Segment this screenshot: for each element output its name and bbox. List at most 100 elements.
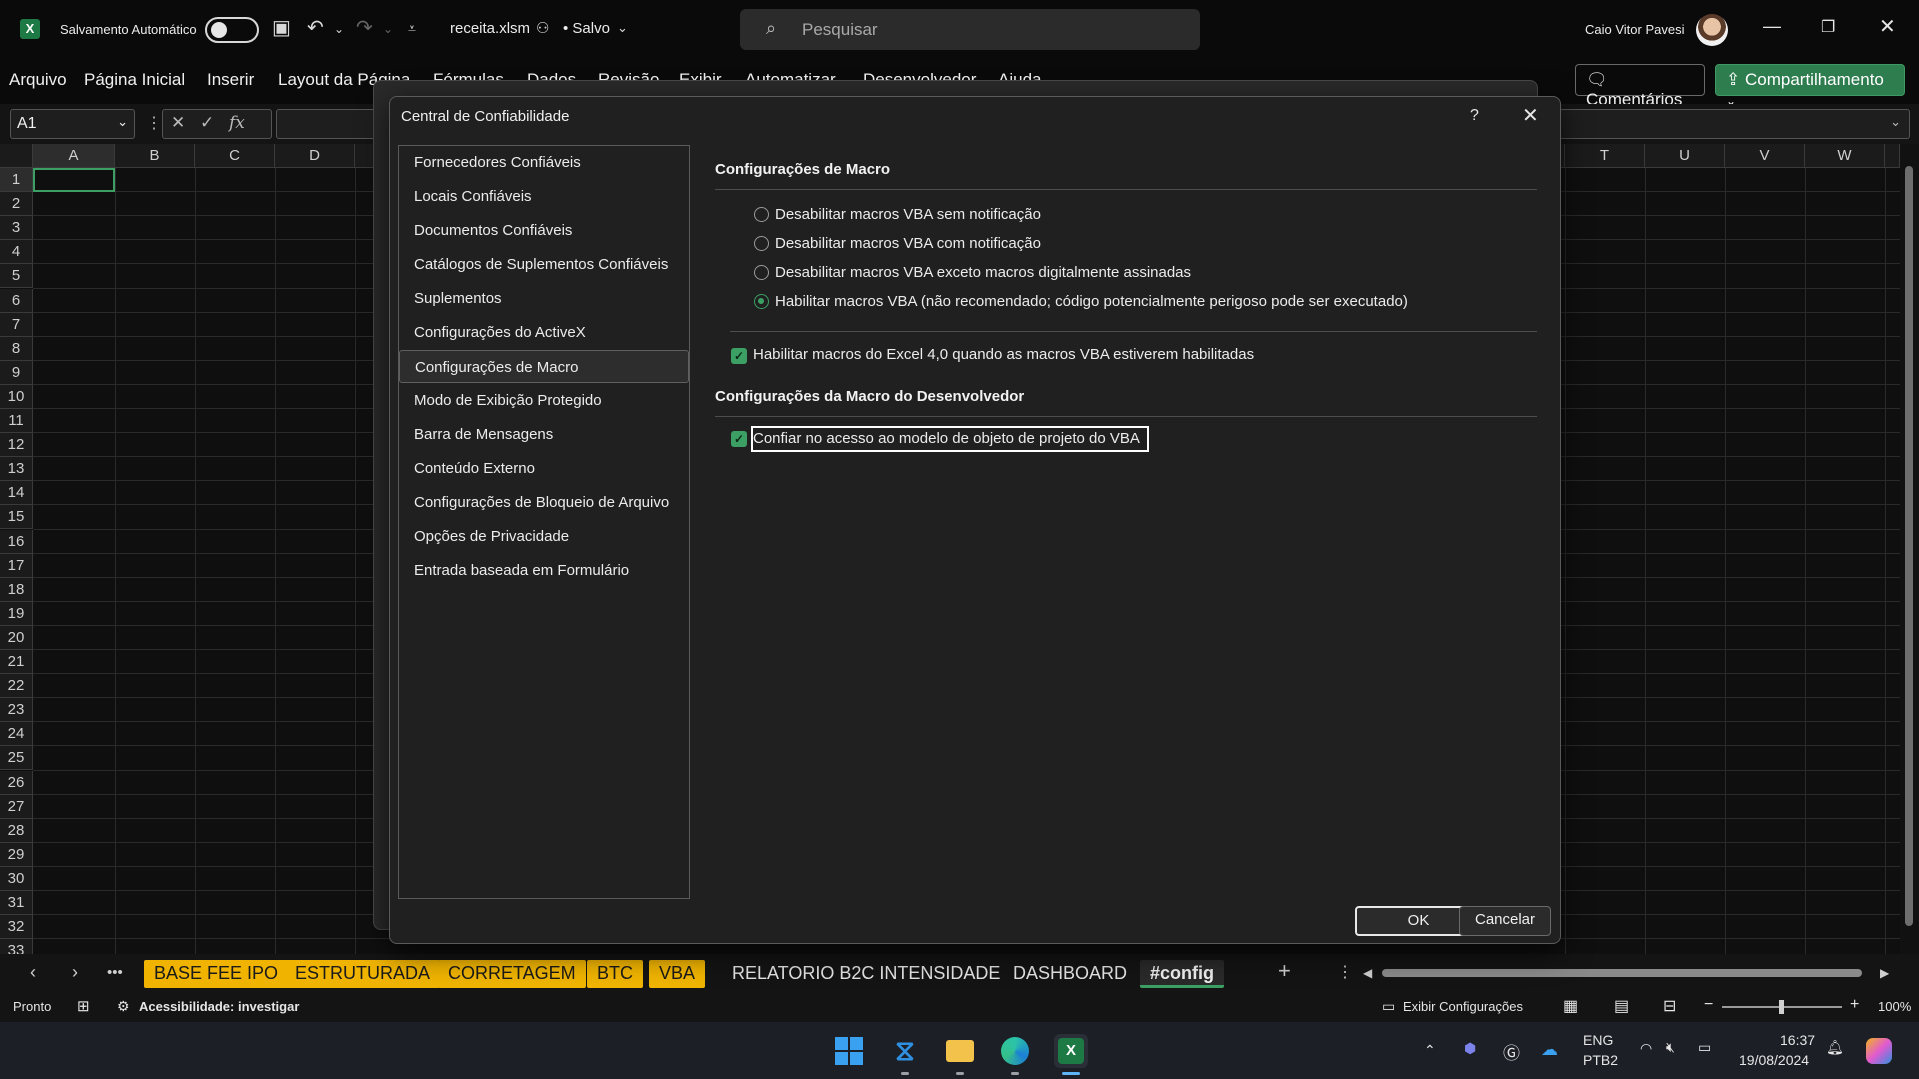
nav-configuracoes-macro[interactable]: Configurações de Macro <box>399 350 689 383</box>
autosave-toggle[interactable] <box>205 17 259 43</box>
row-header[interactable]: 12 <box>0 433 33 458</box>
language-top[interactable]: ENG <box>1583 1032 1613 1048</box>
radio-disable-with-notification[interactable] <box>754 236 769 251</box>
confirm-formula-icon[interactable]: ✓ <box>200 113 214 132</box>
cancel-formula-icon[interactable]: ✕ <box>171 113 185 132</box>
scrollbar-thumb[interactable] <box>1905 166 1913 926</box>
zoom-in-icon[interactable]: + <box>1850 996 1859 1014</box>
avatar[interactable] <box>1696 14 1728 46</box>
row-header[interactable]: 7 <box>0 312 33 337</box>
page-break-icon[interactable]: ⊟ <box>1663 996 1676 1016</box>
nav-entrada-formulario[interactable]: Entrada baseada em Formulário <box>399 554 689 587</box>
nav-activex[interactable]: Configurações do ActiveX <box>399 316 689 349</box>
row-header[interactable]: 4 <box>0 240 33 265</box>
excel4-macros-label[interactable]: Habilitar macros do Excel 4,0 quando as … <box>753 346 1254 363</box>
row-header[interactable]: 1 <box>0 168 33 193</box>
option-disable-no-notification[interactable]: Desabilitar macros VBA sem notificação <box>775 206 1041 223</box>
insert-function-icon[interactable]: fx <box>229 113 245 133</box>
checkbox-trust-vba-object-model[interactable]: ✓ <box>731 431 747 447</box>
nav-modo-exibicao-protegido[interactable]: Modo de Exibição Protegido <box>399 384 689 417</box>
chevron-left-icon[interactable]: ‹ <box>30 962 36 983</box>
onedrive-icon[interactable]: ☁ <box>1541 1040 1558 1060</box>
save-icon[interactable]: ▣ <box>272 15 291 40</box>
column-header[interactable]: W <box>1805 144 1885 168</box>
close-icon[interactable]: ✕ <box>1522 103 1539 128</box>
nav-suplementos[interactable]: Suplementos <box>399 282 689 315</box>
vscode-icon[interactable]: ⧖ <box>888 1034 922 1068</box>
tab-inserir[interactable]: Inserir <box>207 70 254 90</box>
row-header[interactable]: 22 <box>0 674 33 699</box>
nav-barra-mensagens[interactable]: Barra de Mensagens <box>399 418 689 451</box>
row-header[interactable]: 10 <box>0 384 33 409</box>
chevron-right-icon[interactable]: › <box>72 962 78 983</box>
vertical-scrollbar[interactable] <box>1900 144 1919 954</box>
option-disable-except-signed[interactable]: Desabilitar macros VBA exceto macros dig… <box>775 264 1191 281</box>
nav-locais-confiaveis[interactable]: Locais Confiáveis <box>399 180 689 213</box>
nav-conteudo-externo[interactable]: Conteúdo Externo <box>399 452 689 485</box>
column-header[interactable]: D <box>275 144 355 168</box>
notifications-icon[interactable]: 🔔︎ <box>1826 1039 1844 1056</box>
row-header[interactable]: 28 <box>0 818 33 843</box>
row-header[interactable]: 30 <box>0 866 33 891</box>
close-icon[interactable]: ✕ <box>1879 14 1896 39</box>
scroll-right-icon[interactable]: ▶ <box>1880 966 1889 980</box>
nav-documentos-confiaveis[interactable]: Documentos Confiáveis <box>399 214 689 247</box>
row-header[interactable]: 2 <box>0 192 33 217</box>
row-header[interactable]: 15 <box>0 505 33 530</box>
sheet-tab-relatorio[interactable]: RELATORIO B2C INTENSIDADE <box>722 960 1010 988</box>
row-header[interactable]: 19 <box>0 601 33 626</box>
saved-status[interactable]: • Salvo <box>563 20 610 37</box>
active-cell[interactable] <box>33 168 115 192</box>
select-all-corner[interactable] <box>0 144 33 168</box>
more-sheets-icon[interactable]: ••• <box>107 964 123 981</box>
sheet-tab-estruturada[interactable]: ESTRUTURADA <box>285 960 441 988</box>
undo-icon[interactable]: ↶ <box>307 15 324 40</box>
radio-enable-all-macros[interactable] <box>754 294 769 309</box>
file-explorer-icon[interactable] <box>943 1034 977 1068</box>
restore-icon[interactable]: ❐ <box>1821 17 1835 37</box>
row-header[interactable]: 26 <box>0 770 33 795</box>
horizontal-scrollbar[interactable] <box>1370 968 1890 978</box>
row-header[interactable]: 17 <box>0 553 33 578</box>
more-options-icon[interactable]: ⋮ <box>1337 962 1353 982</box>
name-box[interactable]: A1 ⌄ <box>10 109 135 139</box>
clock-time[interactable]: 16:37 <box>1780 1032 1815 1048</box>
row-header[interactable]: 9 <box>0 360 33 385</box>
excel-taskbar-icon[interactable]: X <box>1054 1034 1088 1068</box>
column-header[interactable]: T <box>1565 144 1645 168</box>
zoom-slider-thumb[interactable] <box>1779 1000 1784 1014</box>
sheet-tab-base-fee-ipo[interactable]: BASE FEE IPO <box>144 960 289 988</box>
comments-button[interactable]: 🗨 Comentários <box>1575 64 1705 109</box>
trust-vba-object-model-label[interactable]: Confiar no acesso ao modelo de objeto de… <box>753 430 1140 447</box>
tab-pagina-inicial[interactable]: Página Inicial <box>84 70 185 90</box>
undo-dropdown-icon[interactable]: ⌄ <box>334 22 344 36</box>
normal-view-icon[interactable]: ▦ <box>1563 996 1578 1016</box>
share-button[interactable]: ⇪ Compartilhamento ⌄ <box>1715 64 1905 108</box>
sheet-tab-btc[interactable]: BTC <box>587 960 643 988</box>
row-header[interactable]: 5 <box>0 264 33 289</box>
row-header[interactable]: 16 <box>0 529 33 554</box>
column-header[interactable]: B <box>115 144 195 168</box>
column-header[interactable]: V <box>1725 144 1805 168</box>
row-header[interactable]: 20 <box>0 625 33 650</box>
row-header[interactable]: 21 <box>0 650 33 675</box>
tab-arquivo[interactable]: Arquivo <box>9 70 67 90</box>
row-header[interactable]: 14 <box>0 481 33 506</box>
row-header[interactable]: 8 <box>0 336 33 361</box>
wifi-icon[interactable]: ◠ <box>1640 1040 1652 1057</box>
column-header[interactable]: U <box>1645 144 1725 168</box>
search-box[interactable]: ⌕ Pesquisar <box>740 9 1200 50</box>
zoom-slider[interactable] <box>1722 1000 1842 1014</box>
battery-icon[interactable]: ▭ <box>1698 1039 1711 1056</box>
display-settings[interactable]: Exibir Configurações <box>1403 999 1523 1014</box>
row-header[interactable]: 31 <box>0 891 33 916</box>
accessibility-status[interactable]: Acessibilidade: investigar <box>139 999 299 1014</box>
row-header[interactable]: 32 <box>0 915 33 940</box>
nav-bloqueio-arquivo[interactable]: Configurações de Bloqueio de Arquivo <box>399 486 689 519</box>
checkbox-excel4-macros[interactable]: ✓ <box>731 348 747 364</box>
nav-fornecedores-confiaveis[interactable]: Fornecedores Confiáveis <box>399 146 689 179</box>
chevron-down-icon[interactable]: ⌄ <box>617 20 628 36</box>
sheet-tab-corretagem[interactable]: CORRETAGEM <box>438 960 586 988</box>
radio-disable-except-signed[interactable] <box>754 265 769 280</box>
more-options-icon[interactable]: ⋮ <box>146 113 162 133</box>
